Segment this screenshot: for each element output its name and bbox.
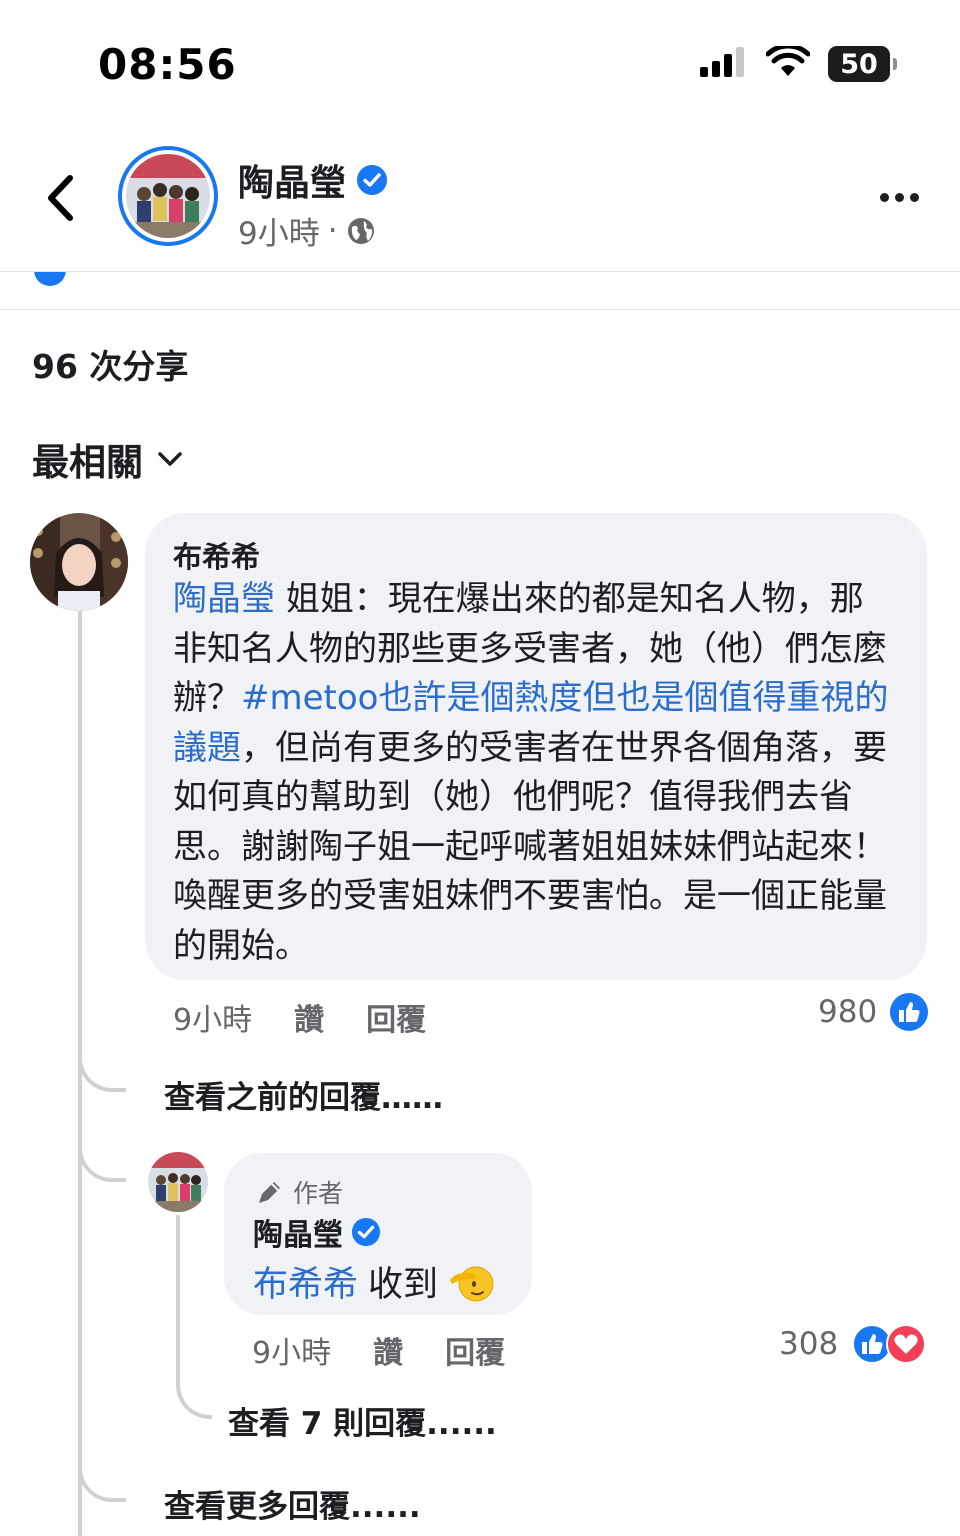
like-button[interactable]: 讚 bbox=[373, 1328, 403, 1372]
comment-text-part: ，但尚有更多的受害者在世界各個角落，要如何真的幫助到（她）他們呢？值得我們去省思… bbox=[173, 727, 887, 966]
verified-badge-icon bbox=[357, 165, 388, 195]
reply-author[interactable]: 陶晶瑩 bbox=[253, 1210, 381, 1254]
thread-connector bbox=[176, 1375, 212, 1419]
post-header: 陶晶瑩 9小時 · bbox=[0, 130, 960, 272]
sort-label: 最相關 bbox=[32, 441, 143, 484]
view-more-replies-link[interactable]: 查看更多回覆...... bbox=[164, 1481, 421, 1526]
globe-icon bbox=[347, 217, 374, 244]
scrolled-content-edge bbox=[0, 272, 960, 310]
battery-icon: 50 bbox=[828, 46, 897, 82]
wifi-icon bbox=[765, 43, 811, 82]
comment-text: 陶晶瑩 姐姐：現在爆出來的都是知名人物，那非知名人物的那些更多受害者，她（他）們… bbox=[173, 575, 897, 971]
reply-text: 布希希 收到 bbox=[253, 1256, 494, 1307]
status-icons: 50 bbox=[700, 43, 897, 84]
more-options-button[interactable] bbox=[874, 182, 924, 212]
signal-icon bbox=[700, 47, 748, 81]
thread-connector bbox=[78, 1460, 126, 1502]
reply-author-avatar[interactable] bbox=[148, 1152, 208, 1212]
reply-reactions[interactable]: 308 bbox=[779, 1324, 927, 1364]
view-previous-replies-link[interactable]: 查看之前的回覆…… bbox=[164, 1072, 443, 1117]
status-time: 08:56 bbox=[98, 40, 237, 89]
post-time: 9小時 bbox=[238, 216, 320, 252]
pen-icon bbox=[259, 1182, 280, 1203]
chevron-down-icon bbox=[158, 452, 182, 466]
reply-button[interactable]: 回覆 bbox=[445, 1328, 505, 1372]
like-reaction-icon bbox=[890, 993, 929, 1031]
dot-icon bbox=[894, 192, 904, 202]
reply-actions: 9小時 讚 回覆 bbox=[252, 1328, 505, 1372]
reply-text-content: 收到 bbox=[368, 1265, 439, 1305]
reaction-count: 308 bbox=[779, 1326, 839, 1362]
comment-actions: 9小時 讚 回覆 bbox=[173, 995, 426, 1039]
verified-badge-icon bbox=[351, 1217, 381, 1247]
meta-separator: · bbox=[327, 212, 338, 249]
mention-link[interactable]: 布希希 bbox=[253, 1256, 358, 1307]
page-title[interactable]: 陶晶瑩 bbox=[238, 154, 388, 206]
author-badge: 作者 bbox=[255, 1174, 343, 1210]
thread-connector bbox=[78, 1050, 126, 1092]
shares-count[interactable]: 96 次分享 bbox=[32, 340, 188, 388]
dot-icon bbox=[909, 192, 919, 202]
post-meta: 9小時 · bbox=[238, 208, 376, 253]
comment-time: 9小時 bbox=[173, 1003, 253, 1038]
reaction-icons bbox=[852, 1324, 927, 1364]
like-button[interactable]: 讚 bbox=[294, 995, 324, 1039]
comment-reactions[interactable]: 980 bbox=[818, 992, 929, 1032]
love-reaction-icon bbox=[886, 1324, 927, 1364]
back-button[interactable] bbox=[36, 168, 84, 228]
dot-icon bbox=[879, 192, 889, 202]
reply-button[interactable]: 回覆 bbox=[366, 995, 426, 1039]
thread-connector bbox=[78, 1140, 126, 1182]
page-title-text: 陶晶瑩 bbox=[238, 163, 347, 204]
author-badge-label: 作者 bbox=[293, 1179, 344, 1208]
reply-thread-line bbox=[176, 1215, 180, 1375]
status-bar: 08:56 50 bbox=[0, 0, 960, 120]
reaction-count: 980 bbox=[818, 994, 878, 1030]
chevron-left-icon bbox=[48, 175, 73, 221]
reaction-icon-partial bbox=[34, 272, 66, 286]
mention-link[interactable]: 陶晶瑩 bbox=[173, 579, 275, 619]
group-photo-avatar bbox=[126, 154, 210, 238]
profile-avatar[interactable] bbox=[118, 146, 218, 246]
reply-time: 9小時 bbox=[252, 1336, 332, 1371]
view-replies-link[interactable]: 查看 7 則回覆...... bbox=[228, 1398, 497, 1443]
sort-dropdown[interactable]: 最相關 bbox=[32, 432, 183, 486]
comment-author[interactable]: 布希希 bbox=[173, 534, 260, 576]
reply-author-name: 陶晶瑩 bbox=[253, 1218, 343, 1253]
commenter-avatar[interactable] bbox=[30, 513, 128, 611]
salute-emoji-icon bbox=[450, 1266, 494, 1301]
